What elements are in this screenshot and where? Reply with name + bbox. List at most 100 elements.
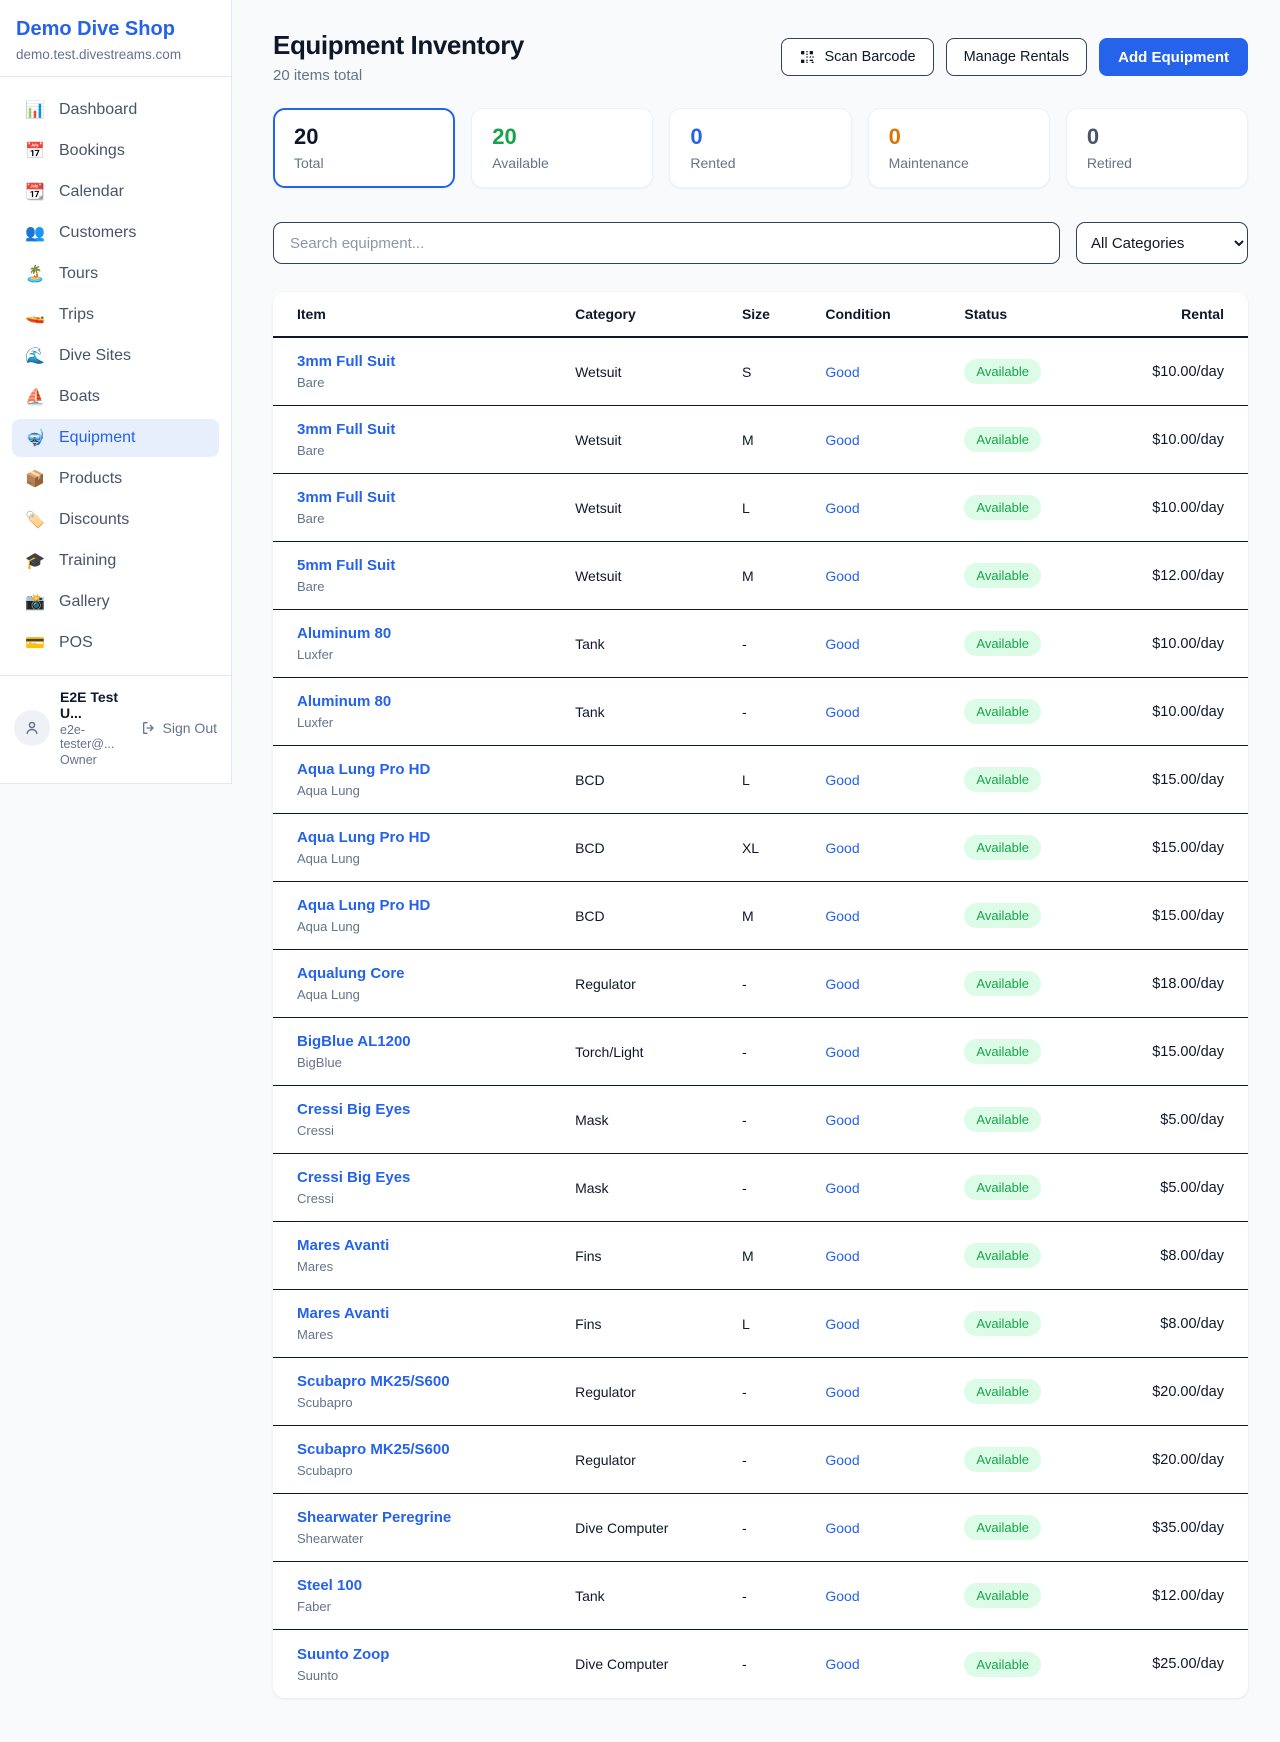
graduation-icon: 🎓	[24, 551, 46, 571]
condition-cell: Good	[825, 1180, 964, 1196]
condition-link[interactable]: Good	[825, 704, 859, 720]
item-name-link[interactable]: Scubapro MK25/S600	[297, 1373, 575, 1390]
item-name-link[interactable]: 3mm Full Suit	[297, 353, 575, 370]
item-name-link[interactable]: Shearwater Peregrine	[297, 1509, 575, 1526]
condition-link[interactable]: Good	[825, 1112, 859, 1128]
add-equipment-button[interactable]: Add Equipment	[1099, 38, 1248, 76]
item-name-link[interactable]: Steel 100	[297, 1577, 575, 1594]
filter-bar: All Categories	[273, 222, 1248, 264]
status-cell: Available	[964, 1652, 1103, 1677]
condition-link[interactable]: Good	[825, 976, 859, 992]
sidebar-item-dashboard[interactable]: 📊 Dashboard	[12, 91, 219, 129]
item-name-link[interactable]: BigBlue AL1200	[297, 1033, 575, 1050]
status-badge: Available	[964, 563, 1041, 588]
condition-link[interactable]: Good	[825, 1248, 859, 1264]
sidebar-item-products[interactable]: 📦 Products	[12, 460, 219, 498]
stat-card[interactable]: 20 Available	[471, 108, 653, 188]
item-name-link[interactable]: Aqualung Core	[297, 965, 575, 982]
table-row: Aqua Lung Pro HD Aqua Lung BCD XL Good A…	[273, 814, 1248, 882]
condition-link[interactable]: Good	[825, 1316, 859, 1332]
sidebar-item-customers[interactable]: 👥 Customers	[12, 214, 219, 252]
item-name-link[interactable]: Cressi Big Eyes	[297, 1169, 575, 1186]
condition-link[interactable]: Good	[825, 1588, 859, 1604]
condition-link[interactable]: Good	[825, 636, 859, 652]
main-content: Equipment Inventory 20 items total	[232, 0, 1280, 1738]
tag-icon: 🏷️	[24, 510, 46, 530]
sidebar-item-equipment[interactable]: 🤿 Equipment	[12, 419, 219, 457]
search-input[interactable]	[273, 222, 1060, 264]
item-name-link[interactable]: Aluminum 80	[297, 625, 575, 642]
sidebar-item-pos[interactable]: 💳 POS	[12, 624, 219, 662]
item-cell: Steel 100 Faber	[297, 1577, 575, 1614]
item-name-link[interactable]: Aqua Lung Pro HD	[297, 761, 575, 778]
condition-cell: Good	[825, 1656, 964, 1672]
rental-cell: $5.00/day	[1103, 1112, 1224, 1128]
condition-link[interactable]: Good	[825, 1384, 859, 1400]
item-cell: Aqua Lung Pro HD Aqua Lung	[297, 761, 575, 798]
item-name-link[interactable]: 3mm Full Suit	[297, 421, 575, 438]
condition-link[interactable]: Good	[825, 908, 859, 924]
item-brand: Bare	[297, 511, 575, 526]
condition-link[interactable]: Good	[825, 840, 859, 856]
size-cell: -	[742, 1384, 825, 1400]
item-brand: Bare	[297, 579, 575, 594]
status-badge: Available	[964, 1175, 1041, 1200]
item-name-link[interactable]: Cressi Big Eyes	[297, 1101, 575, 1118]
item-name-link[interactable]: 3mm Full Suit	[297, 489, 575, 506]
item-name-link[interactable]: 5mm Full Suit	[297, 557, 575, 574]
item-name-link[interactable]: Scubapro MK25/S600	[297, 1441, 575, 1458]
condition-link[interactable]: Good	[825, 1656, 859, 1672]
sidebar-item-trips[interactable]: 🚤 Trips	[12, 296, 219, 334]
sidebar-item-discounts[interactable]: 🏷️ Discounts	[12, 501, 219, 539]
table-row: Aqua Lung Pro HD Aqua Lung BCD L Good Av…	[273, 746, 1248, 814]
condition-link[interactable]: Good	[825, 432, 859, 448]
condition-link[interactable]: Good	[825, 500, 859, 516]
scan-barcode-button[interactable]: Scan Barcode	[781, 38, 933, 76]
category-cell: Regulator	[575, 976, 742, 992]
item-brand: Scubapro	[297, 1395, 575, 1410]
condition-link[interactable]: Good	[825, 364, 859, 380]
sidebar-item-bookings[interactable]: 📅 Bookings	[12, 132, 219, 170]
status-cell: Available	[964, 495, 1103, 520]
size-cell: L	[742, 1316, 825, 1332]
item-brand: Mares	[297, 1259, 575, 1274]
size-cell: -	[742, 704, 825, 720]
item-name-link[interactable]: Aluminum 80	[297, 693, 575, 710]
stat-card[interactable]: 0 Rented	[669, 108, 851, 188]
size-cell: -	[742, 1588, 825, 1604]
stat-card[interactable]: 0 Maintenance	[868, 108, 1050, 188]
sidebar-item-boats[interactable]: ⛵ Boats	[12, 378, 219, 416]
status-cell: Available	[964, 1243, 1103, 1268]
table-row: 3mm Full Suit Bare Wetsuit M Good Availa…	[273, 406, 1248, 474]
item-name-link[interactable]: Aqua Lung Pro HD	[297, 829, 575, 846]
item-brand: Bare	[297, 375, 575, 390]
category-select[interactable]: All Categories	[1076, 222, 1248, 264]
item-name-link[interactable]: Mares Avanti	[297, 1305, 575, 1322]
condition-link[interactable]: Good	[825, 1180, 859, 1196]
item-brand: Aqua Lung	[297, 919, 575, 934]
item-name-link[interactable]: Mares Avanti	[297, 1237, 575, 1254]
condition-link[interactable]: Good	[825, 1520, 859, 1536]
category-cell: Mask	[575, 1180, 742, 1196]
status-cell: Available	[964, 1107, 1103, 1132]
condition-link[interactable]: Good	[825, 568, 859, 584]
item-cell: Mares Avanti Mares	[297, 1237, 575, 1274]
sidebar-item-tours[interactable]: 🏝️ Tours	[12, 255, 219, 293]
sidebar-item-gallery[interactable]: 📸 Gallery	[12, 583, 219, 621]
sidebar-item-training[interactable]: 🎓 Training	[12, 542, 219, 580]
item-cell: Aqualung Core Aqua Lung	[297, 965, 575, 1002]
table-row: 5mm Full Suit Bare Wetsuit M Good Availa…	[273, 542, 1248, 610]
sign-out-button[interactable]: Sign Out	[141, 720, 217, 736]
sidebar-item-calendar[interactable]: 📆 Calendar	[12, 173, 219, 211]
sidebar-item-dive-sites[interactable]: 🌊 Dive Sites	[12, 337, 219, 375]
condition-link[interactable]: Good	[825, 772, 859, 788]
stat-card[interactable]: 20 Total	[273, 108, 455, 188]
stat-card[interactable]: 0 Retired	[1066, 108, 1248, 188]
condition-link[interactable]: Good	[825, 1044, 859, 1060]
condition-link[interactable]: Good	[825, 1452, 859, 1468]
sidebar-item-label: Customers	[59, 224, 136, 242]
item-name-link[interactable]: Suunto Zoop	[297, 1646, 575, 1663]
category-cell: Tank	[575, 636, 742, 652]
item-name-link[interactable]: Aqua Lung Pro HD	[297, 897, 575, 914]
manage-rentals-button[interactable]: Manage Rentals	[946, 38, 1088, 76]
